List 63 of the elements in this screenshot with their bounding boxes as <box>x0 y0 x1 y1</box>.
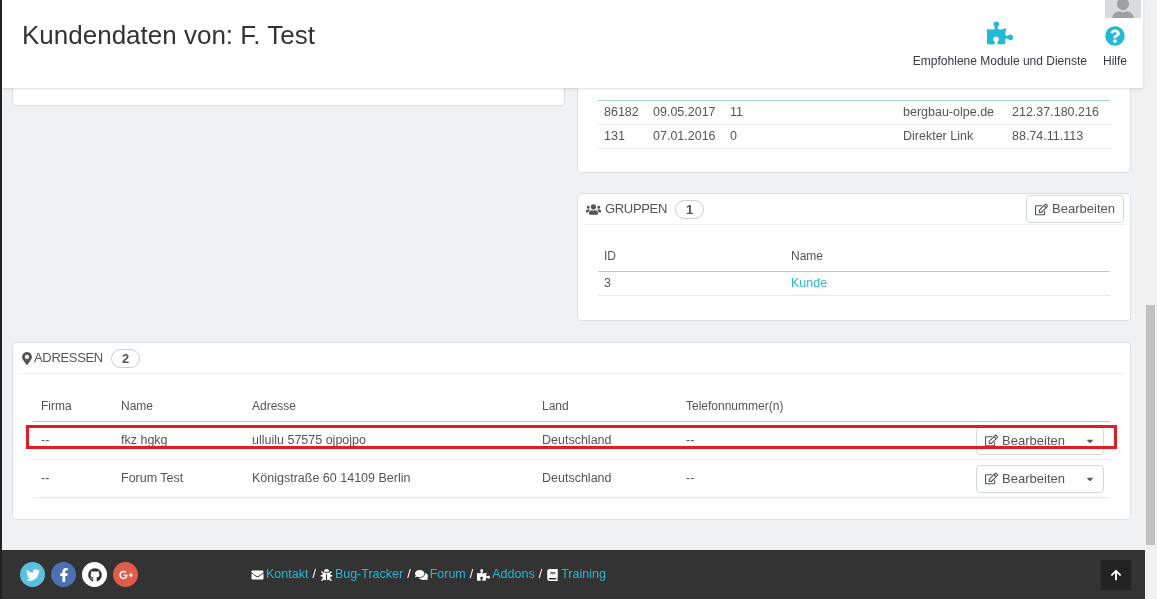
separator: / <box>312 566 316 584</box>
users-icon <box>586 202 601 216</box>
table-cell: -- <box>41 433 50 448</box>
separator: / <box>469 566 474 584</box>
bug-icon <box>319 568 333 581</box>
person-icon <box>1111 0 1135 18</box>
facebook-icon[interactable] <box>51 562 76 587</box>
column-header: ID <box>604 249 616 263</box>
table-cell: 11 <box>730 105 743 120</box>
footer-link[interactable]: Kontakt <box>266 565 309 584</box>
help-link[interactable]: Hilfe <box>1103 26 1127 70</box>
table-cell: Forum Test <box>121 471 184 486</box>
table-cell: Deutschland <box>542 471 612 486</box>
footer-link[interactable]: Forum <box>429 565 466 584</box>
table-cell: 88.74.11.113 <box>1012 129 1084 144</box>
column-header: Firma <box>41 399 72 413</box>
table-cell: 131 <box>604 129 625 144</box>
envelope-icon <box>251 568 264 581</box>
scrollbar-thumb[interactable] <box>1146 305 1155 545</box>
github-icon[interactable] <box>82 562 107 587</box>
footer-link[interactable]: Addons <box>492 565 535 584</box>
column-header: Telefonnummer(n) <box>686 399 784 413</box>
edit-button[interactable]: Bearbeiten <box>976 464 1104 493</box>
puzzle-icon <box>477 568 491 581</box>
arrow-up-icon <box>1110 568 1122 581</box>
section-title: ADRESSEN <box>34 349 103 368</box>
scroll-top-button[interactable] <box>1101 559 1131 590</box>
footer-link[interactable]: Training <box>561 565 606 584</box>
table-cell: 0 <box>730 129 737 144</box>
column-header: Name <box>121 399 153 413</box>
edit-icon <box>985 434 999 447</box>
column-header: Adresse <box>252 399 297 413</box>
table-cell: 09.05.2017 <box>653 105 716 120</box>
edit-icon <box>1035 202 1049 216</box>
google-plus-icon[interactable] <box>113 562 138 587</box>
table-cell: 212.37.180.216 <box>1012 105 1099 120</box>
modules-link[interactable]: Empfohlene Module und Dienste <box>912 20 1087 70</box>
table-cell: ulluilu 57575 ojpojpo <box>252 433 366 448</box>
separator: / <box>407 566 411 584</box>
table-cell: Königstraße 60 14109 Berlin <box>252 471 411 486</box>
puzzle-icon <box>986 20 1013 46</box>
page-title: Kundendaten von: F. Test <box>22 19 315 52</box>
table-cell: -- <box>686 471 695 486</box>
table-cell: -- <box>41 471 50 486</box>
table-cell: bergbau-olpe.de <box>903 105 995 120</box>
table-cell: -- <box>686 433 695 448</box>
edit-button[interactable]: Bearbeiten <box>1026 195 1124 223</box>
column-header: Land <box>542 399 569 413</box>
table-cell: 3 <box>604 276 611 291</box>
table-cell: 07.01.2016 <box>653 129 716 144</box>
separator: / <box>538 566 543 584</box>
table-cell: Deutschland <box>542 433 612 448</box>
table-cell: Direkter Link <box>903 129 974 144</box>
edit-icon <box>985 472 999 485</box>
help-icon <box>1105 26 1125 46</box>
section-title: GRUPPEN <box>605 200 667 219</box>
book-icon <box>546 568 560 581</box>
map-pin-icon <box>22 351 32 365</box>
table-cell: 86182 <box>604 105 639 120</box>
footer-link[interactable]: Bug-Tracker <box>334 565 404 584</box>
chat-icon <box>414 568 428 581</box>
bird-icon[interactable] <box>20 562 45 587</box>
column-header: Name <box>791 249 823 263</box>
